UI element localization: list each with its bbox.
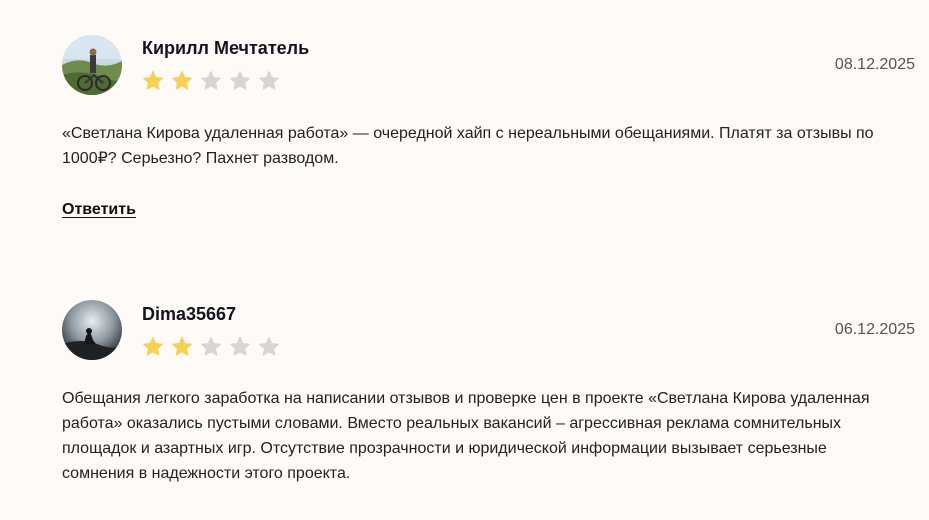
star-empty-icon [258,336,280,356]
avatar[interactable] [62,35,122,95]
star-empty-icon [200,336,222,356]
review-author: Кирилл Мечтатель [142,38,310,58]
review-date: 08.12.2025 [834,56,915,73]
reply-link[interactable]: Ответить [62,201,136,219]
avatar-image [62,35,122,95]
avatar[interactable] [62,300,122,360]
star-empty-icon [229,336,251,356]
review-date: 06.12.2025 [834,321,915,338]
star-empty-icon [229,70,251,90]
rating-stars [140,334,282,360]
avatar-image [62,300,122,360]
star-empty-icon [258,70,280,90]
rating-stars [140,68,282,94]
star-filled-icon [171,70,193,90]
star-filled-icon [142,70,164,90]
review-text: Обещания легкого заработка на написании … [62,390,870,482]
star-empty-icon [200,70,222,90]
star-filled-icon [142,336,164,356]
review-author: Dima35667 [142,304,237,324]
review-text: «Светлана Кирова удаленная работа» — оче… [62,125,874,167]
star-filled-icon [171,336,193,356]
